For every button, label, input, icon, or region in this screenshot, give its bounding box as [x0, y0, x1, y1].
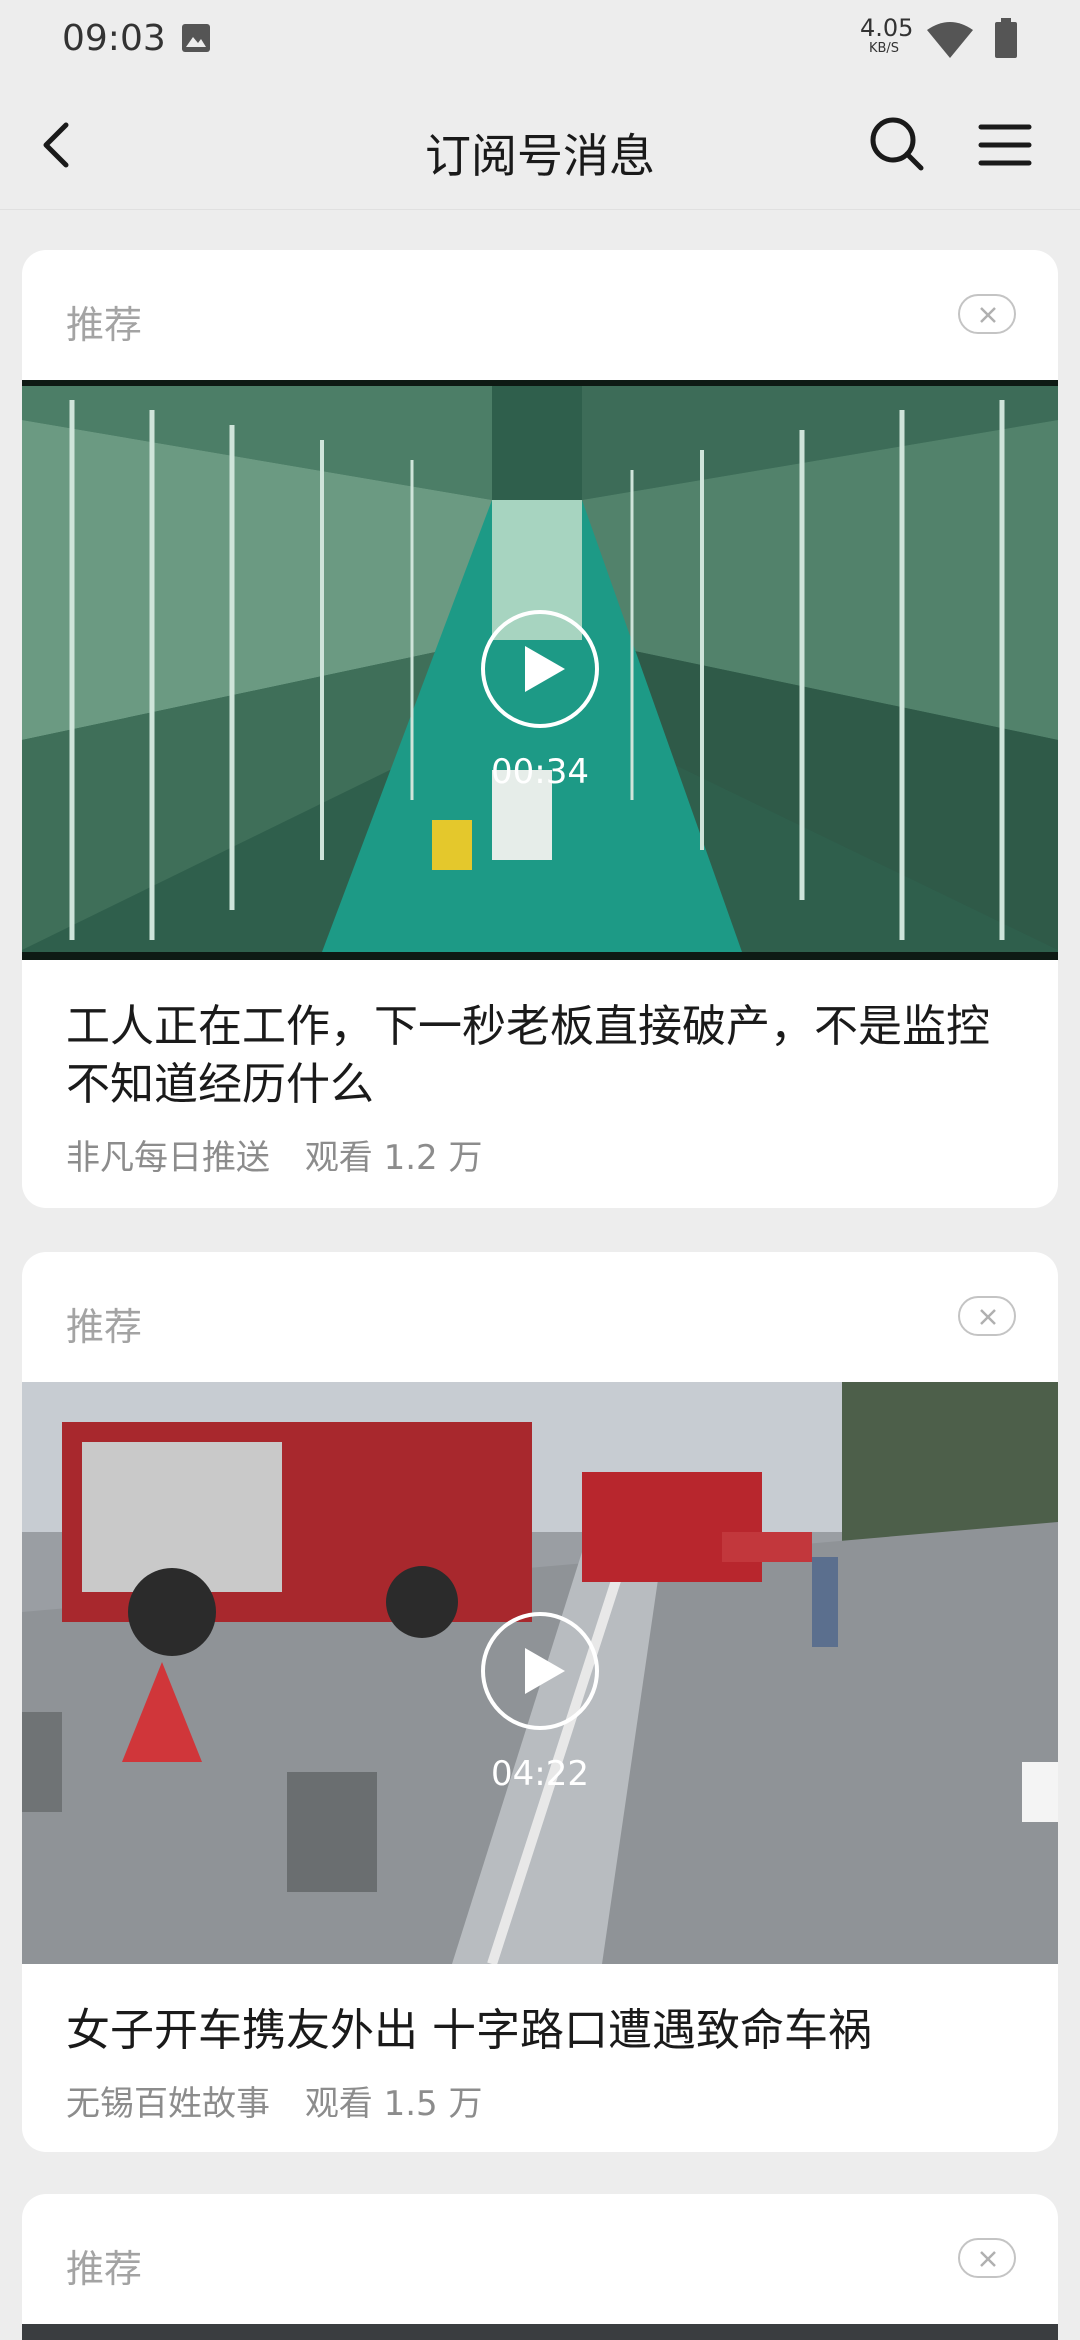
- video-duration: 00:34: [491, 752, 589, 792]
- play-button[interactable]: [481, 1612, 599, 1730]
- card-header: 推荐: [22, 2194, 1058, 2324]
- video-thumbnail[interactable]: [22, 2324, 1058, 2340]
- gallery-notification-icon: [182, 24, 210, 52]
- recommend-tag: 推荐: [66, 303, 143, 347]
- close-icon: [980, 1309, 996, 1325]
- video-thumbnail[interactable]: 04:22: [22, 1382, 1058, 1964]
- video-thumbnail[interactable]: 00:34: [22, 380, 1058, 960]
- article-source: 非凡每日推送: [66, 1138, 270, 1178]
- battery-icon: [995, 18, 1017, 58]
- recommend-tag: 推荐: [66, 1305, 143, 1349]
- card-header: 推荐: [22, 250, 1058, 380]
- status-bar: 09:03 4.05 KB/S: [0, 0, 1080, 80]
- play-button[interactable]: [481, 610, 599, 728]
- video-duration: 04:22: [491, 1754, 589, 1794]
- view-count: 观看 1.5 万: [304, 2084, 483, 2124]
- view-count: 观看 1.2 万: [304, 1138, 483, 1178]
- close-icon: [980, 307, 996, 323]
- wifi-icon: [927, 22, 973, 58]
- article-source: 无锡百姓故事: [66, 2084, 270, 2124]
- dismiss-button[interactable]: [958, 1296, 1016, 1336]
- play-icon: [525, 646, 565, 692]
- dismiss-button[interactable]: [958, 2238, 1016, 2278]
- article-card[interactable]: 推荐: [22, 1252, 1058, 2152]
- article-title[interactable]: 女子开车携友外出 十字路口遭遇致命车祸: [66, 2002, 1014, 2060]
- article-meta: 无锡百姓故事 观看 1.5 万: [66, 2076, 1014, 2125]
- status-time: 09:03: [62, 18, 166, 59]
- article-meta: 非凡每日推送 观看 1.2 万: [66, 1130, 1014, 1179]
- article-card[interactable]: 推荐: [22, 250, 1058, 1208]
- recommend-tag: 推荐: [66, 2247, 143, 2291]
- article-card[interactable]: 推荐: [22, 2194, 1058, 2340]
- network-speed: 4.05 KB/S: [860, 14, 914, 56]
- card-header: 推荐: [22, 1252, 1058, 1382]
- article-title[interactable]: 工人正在工作，下一秒老板直接破产，不是监控不知道经历什么: [66, 998, 1014, 1114]
- menu-icon[interactable]: [975, 115, 1035, 175]
- search-icon[interactable]: [866, 113, 926, 173]
- nav-bar: 订阅号消息: [0, 80, 1080, 210]
- close-icon: [980, 2251, 996, 2267]
- dismiss-button[interactable]: [958, 294, 1016, 334]
- play-icon: [525, 1648, 565, 1694]
